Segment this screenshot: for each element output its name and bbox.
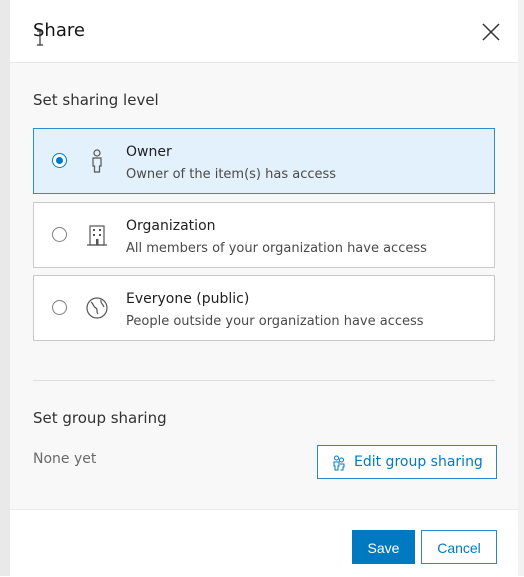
- cancel-button[interactable]: Cancel: [421, 530, 497, 564]
- background-page: [0, 0, 10, 576]
- everyone-radio[interactable]: [52, 300, 67, 315]
- edit-group-sharing-button[interactable]: Edit group sharing: [317, 445, 497, 479]
- organization-description: All members of your organization have ac…: [126, 241, 427, 256]
- organization-icon: [87, 225, 107, 246]
- group-users-icon: [333, 455, 345, 471]
- organization-radio[interactable]: [52, 227, 67, 242]
- text-cursor-icon: [37, 30, 43, 46]
- globe-icon: [86, 297, 108, 319]
- close-icon[interactable]: [480, 21, 502, 43]
- everyone-description: People outside your organization have ac…: [126, 314, 424, 329]
- background-page-right: [518, 0, 524, 576]
- owner-label: Owner: [126, 144, 172, 160]
- dialog-header: Share: [10, 0, 518, 63]
- sharing-option-everyone[interactable]: Everyone (public) People outside your or…: [33, 275, 495, 341]
- group-sharing-empty-text: None yet: [33, 451, 97, 467]
- everyone-label: Everyone (public): [126, 291, 250, 307]
- section-divider: [33, 380, 495, 381]
- save-button[interactable]: Save: [352, 530, 415, 564]
- organization-label: Organization: [126, 218, 216, 234]
- user-icon: [92, 149, 102, 173]
- owner-description: Owner of the item(s) has access: [126, 167, 337, 182]
- group-sharing-heading: Set group sharing: [33, 409, 167, 427]
- dialog-body: Set sharing level Owner Owner of the ite…: [10, 63, 518, 509]
- sharing-option-organization[interactable]: Organization All members of your organiz…: [33, 202, 495, 268]
- dialog-footer: Save Cancel: [10, 509, 518, 577]
- share-dialog: Share Set sharing level Owner Owner of t…: [10, 0, 518, 577]
- owner-radio[interactable]: [52, 153, 67, 168]
- edit-group-sharing-label: Edit group sharing: [354, 454, 483, 470]
- sharing-option-owner[interactable]: Owner Owner of the item(s) has access: [33, 128, 495, 194]
- sharing-level-heading: Set sharing level: [33, 91, 159, 109]
